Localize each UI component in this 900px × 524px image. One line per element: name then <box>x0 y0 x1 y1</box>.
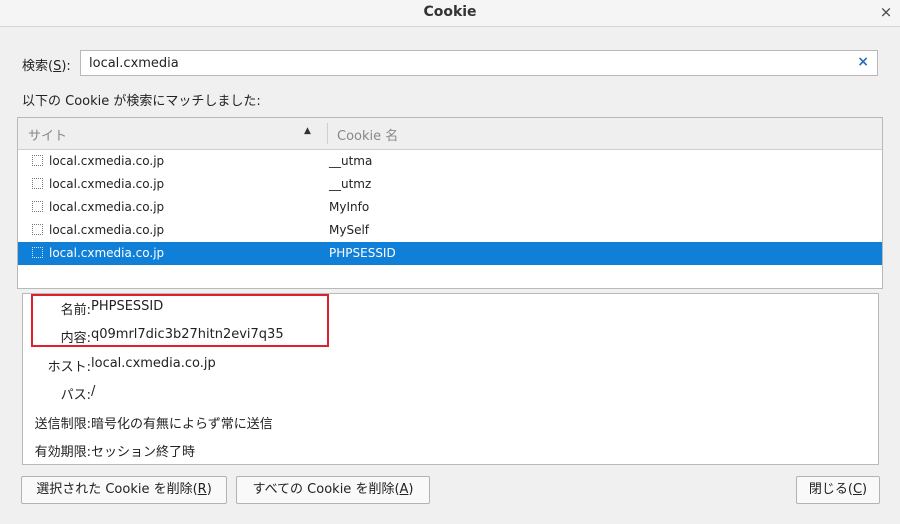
row-focus-box-icon <box>32 247 43 258</box>
detail-label-content: 内容: <box>60 331 91 346</box>
detail-label-name: 名前: <box>60 303 91 318</box>
detail-row-name: 名前: PHPSESSID <box>23 299 863 321</box>
detail-value-send: 暗号化の有無によらず常に送信 <box>91 417 273 432</box>
column-header-cookie-name[interactable]: Cookie 名 <box>337 125 398 144</box>
match-label: 以下の Cookie が検索にマッチしました: <box>22 94 261 109</box>
column-header-site[interactable]: サイト <box>28 125 67 144</box>
table-row[interactable]: local.cxmedia.co.jp __utmz <box>18 173 882 196</box>
delete-selected-button[interactable]: 選択された Cookie を削除(R) <box>21 476 227 504</box>
clear-search-icon[interactable]: × <box>857 54 869 70</box>
window-title: Cookie <box>423 4 477 20</box>
row-cookie-name: MySelf <box>329 223 370 237</box>
row-site: local.cxmedia.co.jp <box>49 246 165 260</box>
detail-label-expires: 有効期限: <box>34 445 91 460</box>
row-focus-box-icon <box>32 201 43 212</box>
row-site: local.cxmedia.co.jp <box>49 200 165 214</box>
row-site: local.cxmedia.co.jp <box>49 154 165 168</box>
detail-label-host: ホスト: <box>47 360 91 375</box>
detail-row-expires: 有効期限: セッション終了時 <box>23 441 863 463</box>
search-input[interactable] <box>89 53 829 73</box>
cookie-details: 名前: PHPSESSID 内容: q09mrl7dic3b27hitn2evi… <box>22 293 879 465</box>
row-cookie-name: __utmz <box>329 177 372 191</box>
detail-value-name: PHPSESSID <box>91 299 164 314</box>
detail-label-send: 送信制限: <box>34 417 91 432</box>
row-site: local.cxmedia.co.jp <box>49 177 165 191</box>
title-bar: Cookie × <box>0 0 900 27</box>
search-box[interactable]: × <box>80 50 878 76</box>
detail-row-send: 送信制限: 暗号化の有無によらず常に送信 <box>23 413 863 435</box>
search-label: 検索(S): <box>22 59 71 74</box>
cookie-list[interactable]: サイト ▲ Cookie 名 local.cxmedia.co.jp __utma… <box>17 117 883 289</box>
detail-row-content: 内容: q09mrl7dic3b27hitn2evi7q35 <box>23 327 863 349</box>
detail-value-host: local.cxmedia.co.jp <box>91 356 216 371</box>
row-cookie-name: PHPSESSID <box>329 246 396 260</box>
table-row[interactable]: local.cxmedia.co.jp __utma <box>18 150 882 173</box>
detail-value-path: / <box>91 384 96 399</box>
close-icon[interactable]: × <box>878 3 894 21</box>
column-divider[interactable] <box>327 123 328 144</box>
detail-row-path: パス: / <box>23 384 863 406</box>
detail-value-content: q09mrl7dic3b27hitn2evi7q35 <box>91 327 284 342</box>
row-site: local.cxmedia.co.jp <box>49 223 165 237</box>
detail-value-expires: セッション終了時 <box>91 445 196 460</box>
row-focus-box-icon <box>32 224 43 235</box>
close-button[interactable]: 閉じる(C) <box>796 476 880 504</box>
row-cookie-name: MyInfo <box>329 200 370 214</box>
row-focus-box-icon <box>32 178 43 189</box>
delete-all-button[interactable]: すべての Cookie を削除(A) <box>236 476 430 504</box>
list-header: サイト ▲ Cookie 名 <box>18 118 882 150</box>
table-row[interactable]: local.cxmedia.co.jp MyInfo <box>18 196 882 219</box>
row-focus-box-icon <box>32 155 43 166</box>
detail-label-path: パス: <box>60 388 91 403</box>
row-cookie-name: __utma <box>329 154 373 168</box>
table-row[interactable]: local.cxmedia.co.jp MySelf <box>18 219 882 242</box>
sort-ascending-icon[interactable]: ▲ <box>304 126 311 136</box>
table-row[interactable]: local.cxmedia.co.jp PHPSESSID <box>18 242 882 265</box>
detail-row-host: ホスト: local.cxmedia.co.jp <box>23 356 863 378</box>
